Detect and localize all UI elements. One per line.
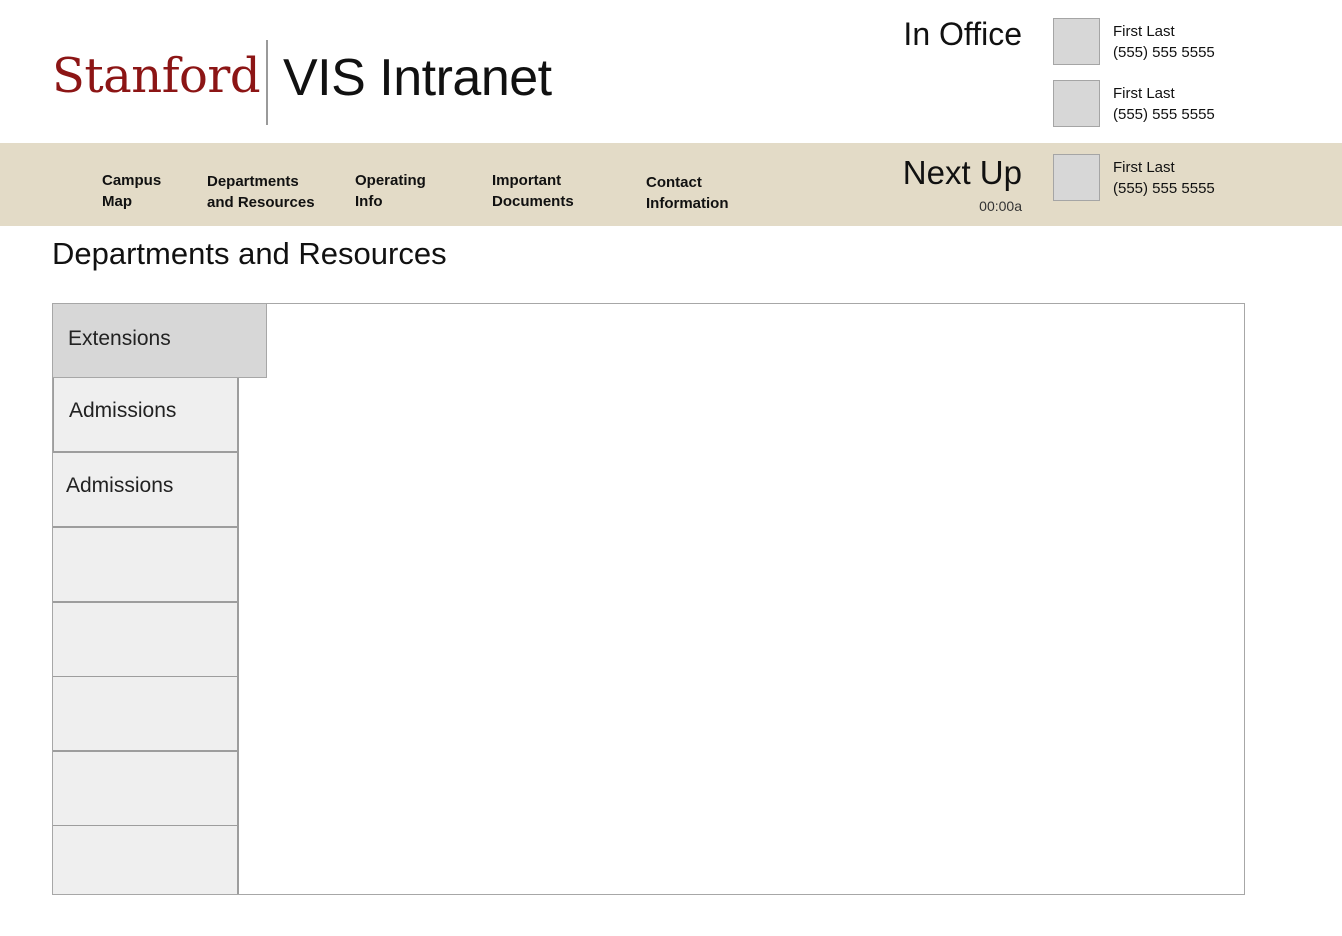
nav-label-line: Information [646, 195, 729, 212]
avatar [1053, 18, 1100, 65]
nav-label-line: Operating [355, 172, 426, 189]
next-up-time: 00:00a [979, 198, 1022, 214]
tab-content-area [241, 378, 1244, 894]
nav-label-line: Info [355, 193, 383, 210]
nav-label-line: and Resources [207, 194, 315, 211]
tab-empty[interactable] [53, 528, 239, 603]
stanford-logo[interactable]: Stanford [52, 52, 261, 100]
tab-empty[interactable] [53, 826, 239, 894]
contact-card[interactable]: First Last (555) 555 5555 [1053, 18, 1253, 66]
contact-name: First Last [1113, 159, 1175, 176]
tab-empty[interactable] [53, 752, 239, 827]
nav-item-departments[interactable]: Departments and Resources [207, 171, 315, 213]
tab-extensions[interactable]: Extensions [53, 304, 267, 378]
contact-card[interactable]: First Last (555) 555 5555 [1053, 154, 1253, 202]
tab-admissions[interactable]: Admissions [53, 378, 239, 453]
avatar [1053, 80, 1100, 127]
tab-empty[interactable] [53, 603, 239, 678]
nav-label-line: Campus [102, 172, 162, 189]
nav-label-line: Contact [646, 174, 702, 191]
tab-panel: Extensions Admissions Admissions [52, 303, 1245, 895]
nav-item-contact-information[interactable]: Contact Information [646, 172, 729, 214]
next-up-heading: Next Up [902, 154, 1022, 191]
page-title: Departments and Resources [52, 236, 447, 271]
nav-label-line: Documents [492, 193, 574, 210]
logo-divider [266, 40, 268, 125]
tab-admissions[interactable]: Admissions [53, 453, 239, 528]
nav-label-line: Map [102, 193, 132, 210]
nav-item-important-documents[interactable]: Important Documents [492, 170, 574, 212]
contact-phone: (555) 555 5555 [1113, 44, 1215, 61]
contact-card[interactable]: First Last (555) 555 5555 [1053, 80, 1253, 128]
nav-item-campus-map[interactable]: Campus Map [102, 170, 161, 212]
contact-phone: (555) 555 5555 [1113, 106, 1215, 123]
avatar [1053, 154, 1100, 201]
nav-label-line: Important [492, 172, 562, 189]
contact-name: First Last [1113, 85, 1175, 102]
app-title: VIS Intranet [283, 49, 552, 107]
contact-phone: (555) 555 5555 [1113, 180, 1215, 197]
contact-name: First Last [1113, 23, 1175, 40]
tab-empty[interactable] [53, 677, 239, 752]
nav-label-line: Departments [207, 173, 299, 190]
nav-item-operating-info[interactable]: Operating Info [355, 170, 426, 212]
in-office-heading: In Office [903, 16, 1022, 52]
